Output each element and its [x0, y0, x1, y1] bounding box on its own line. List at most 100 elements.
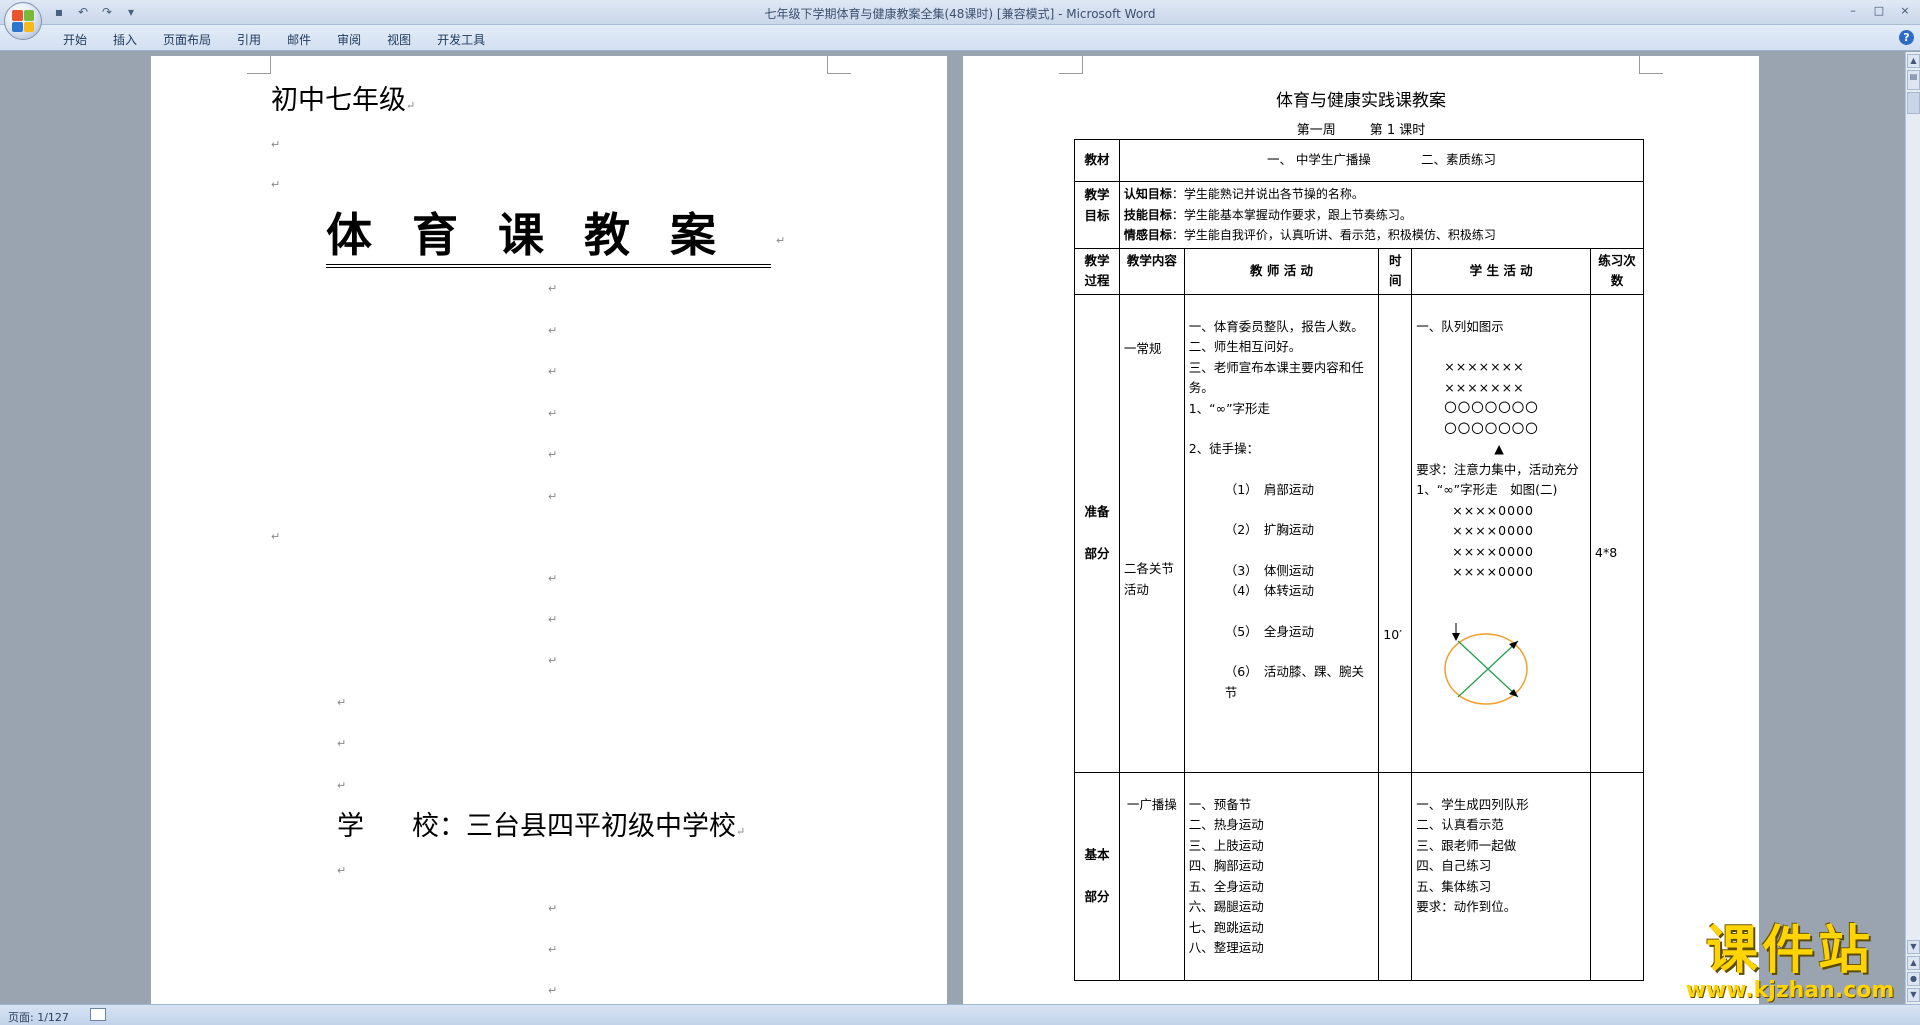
student-step: 一、学生成四列队形 [1416, 796, 1529, 812]
ruler-toggle-icon[interactable]: ▤ [1907, 70, 1920, 90]
scroll-thumb[interactable] [1907, 92, 1920, 114]
prep-count: 4*8 [1590, 293, 1644, 773]
student-step: 二、认真看示范 [1416, 817, 1504, 832]
paragraph-mark: ↵ [548, 448, 558, 461]
lesson-title: 体育与健康实践课教案 [1276, 91, 1446, 111]
objectives-label: 教学目标 [1074, 181, 1120, 249]
objectives-list: 认知目标：学生能熟记并说出各节操的名称。 技能目标：学生能基本掌握动作要求，跟上… [1118, 181, 1645, 249]
header-time: 时间 [1378, 247, 1413, 295]
paragraph-mark: ↵ [548, 654, 558, 667]
paragraph-mark: ↵ [271, 530, 281, 543]
prep-time-value: 10′ [1383, 626, 1403, 642]
tab-developer[interactable]: 开发工具 [424, 29, 498, 50]
teacher-step: （1） 肩部运动 [1224, 481, 1314, 497]
lesson-subtitle: 第一周第 1 课时 [1296, 123, 1426, 138]
teacher-position-icon: ▲ [1494, 441, 1504, 456]
site-watermark-logo: 课件站 www.kjzhan.com [1670, 922, 1910, 1002]
tab-insert[interactable]: 插入 [100, 29, 150, 50]
formation-row: ××××××× [1444, 379, 1525, 395]
basic-content: 一广播操 [1118, 771, 1185, 981]
tab-home[interactable]: 开始 [50, 29, 100, 50]
close-button[interactable]: × [1894, 2, 1916, 18]
teacher-step: （3） 体侧运动 [1224, 562, 1314, 578]
teacher-step: （6） 活动膝、踝、腕关节 [1224, 664, 1364, 700]
paragraph-mark: ↵ [337, 864, 347, 877]
minimize-button[interactable]: – [1842, 2, 1864, 18]
figure-eight-diagram-icon [1444, 622, 1529, 705]
scroll-up-icon[interactable]: ▲ [1907, 54, 1920, 68]
header-content: 教学内容 [1118, 247, 1185, 295]
prep-content-joints: 二各关节活动 [1123, 561, 1174, 597]
maximize-button[interactable]: □ [1868, 2, 1890, 18]
teacher-step: 2、徒手操： [1188, 441, 1260, 456]
office-logo-icon [12, 10, 34, 32]
formation-row: ××××0000 [1452, 523, 1534, 538]
tab-page-layout[interactable]: 页面布局 [150, 29, 224, 50]
teacher-step: 五、全身运动 [1188, 878, 1264, 894]
objective-item: 认知目标：学生能熟记并说出各节操的名称。 [1123, 187, 1364, 201]
paragraph-mark: ↵ [548, 490, 558, 503]
page-cover[interactable]: 初中七年级↵ ↵ ↵ 体育课教案 ↵ ↵ ↵ ↵ ↵ ↵ ↵ ↵ ↵ ↵ ↵ ↵… [151, 56, 947, 1004]
basic-time [1378, 771, 1413, 981]
paragraph-mark: ↵ [548, 365, 558, 378]
student-step: 三、跟老师一起做 [1416, 837, 1517, 853]
page-lesson-plan[interactable]: 体育与健康实践课教案 第一周第 1 课时 教材 一、 中学生广播操 二、素质练习 … [963, 56, 1759, 1004]
basic-student: 一、学生成四列队形 二、认真看示范 三、跟老师一起做 四、自己练习 五、集体练习… [1411, 771, 1592, 981]
prep-teacher: 一、体育委员整队，报告人数。 二、师生相互问好。 三、老师宣布本课主要内容和任务… [1183, 293, 1380, 773]
section-basic: 基本部分 [1074, 771, 1120, 981]
tab-references[interactable]: 引用 [224, 29, 274, 50]
ribbon-tabs: 开始 插入 页面布局 引用 邮件 审阅 视图 开发工具 [50, 29, 498, 50]
teacher-step: （5） 全身运动 [1224, 623, 1314, 639]
paragraph-mark: ↵ [337, 779, 347, 792]
help-icon[interactable]: ? [1899, 30, 1914, 45]
table-row-prep: 准备部分 一常规 二各关节活动 一、体育委员整队，报告人数。 二、师生相互问好。… [1074, 293, 1644, 773]
teacher-step: 六、踢腿运动 [1188, 899, 1264, 914]
material-label: 教材 [1074, 139, 1120, 182]
tab-mailings[interactable]: 邮件 [274, 29, 324, 50]
paragraph-mark: ↵ [548, 613, 558, 626]
title-bar: ▪ ↶ ↷ ▾ 七年级下学期体育与健康教案全集(48课时) [兼容模式] - M… [0, 0, 1920, 25]
paragraph-mark: ↵ [271, 178, 281, 191]
table-row-basic: 基本部分 一广播操 一、预备节 二、热身运动 三、上肢运动 四、胸部运动 五、全… [1074, 771, 1644, 981]
crop-mark [1059, 56, 1083, 74]
header-count: 练习次数 [1590, 247, 1644, 295]
paragraph-mark: ↵ [271, 138, 281, 151]
paragraph-mark: ↵ [548, 282, 558, 295]
page-counter[interactable]: 页面: 1/127 [8, 1009, 69, 1025]
paragraph-mark: ↵ [548, 407, 558, 420]
vertical-scrollbar[interactable]: ▲ ▤ ▼ ▲ ● ▼ [1905, 52, 1920, 1004]
teacher-step: （4） 体转运动 [1224, 583, 1314, 598]
tab-view[interactable]: 视图 [374, 29, 424, 50]
student-step: 一、队列如图示 [1416, 318, 1504, 334]
paragraph-mark: ↵ [548, 572, 558, 585]
student-requirement: 要求：动作到位。 [1416, 899, 1517, 914]
prep-student: 一、队列如图示 ××××××× ××××××× 〇〇〇〇〇〇〇 〇〇〇〇〇〇〇 … [1411, 293, 1592, 773]
table-row: 教学目标 认知目标：学生能熟记并说出各节操的名称。 技能目标：学生能基本掌握动作… [1074, 181, 1645, 249]
crop-mark [247, 56, 271, 74]
objective-item: 技能目标：学生能基本掌握动作要求，跟上节奏练习。 [1123, 207, 1412, 222]
teacher-step: 二、热身运动 [1188, 817, 1264, 832]
teacher-step: 七、跑跳运动 [1188, 919, 1264, 935]
formation-row: 〇〇〇〇〇〇〇 [1444, 420, 1539, 436]
office-button[interactable] [4, 2, 42, 40]
window-title: 七年级下学期体育与健康教案全集(48课时) [兼容模式] - Microsoft… [764, 7, 1156, 21]
student-step: 四、自己练习 [1416, 858, 1492, 873]
student-requirement: 要求：注意力集中，活动充分 [1416, 461, 1579, 477]
proofing-icon[interactable] [90, 1008, 106, 1021]
tab-review[interactable]: 审阅 [324, 29, 374, 50]
student-step: 五、集体练习 [1416, 878, 1492, 894]
prep-content-routine: 一常规 [1123, 340, 1162, 356]
prep-count-value: 4*8 [1595, 544, 1618, 560]
formation-row: ××××0000 [1452, 564, 1534, 579]
teacher-step: 八、整理运动 [1188, 940, 1264, 955]
status-bar: 页面: 1/127 [0, 1004, 1920, 1025]
formation-row: 〇〇〇〇〇〇〇 [1444, 400, 1539, 415]
formation-row: ××××××× [1444, 359, 1525, 374]
basic-teacher: 一、预备节 二、热身运动 三、上肢运动 四、胸部运动 五、全身运动 六、踢腿运动… [1183, 771, 1380, 981]
formation-row: ××××0000 [1452, 502, 1534, 518]
lesson-plan-table: 教材 一、 中学生广播操 二、素质练习 教学目标 认知目标：学生能熟记并说出各节操… [1074, 139, 1645, 981]
material-items: 一、 中学生广播操 二、素质练习 [1118, 139, 1645, 182]
window-controls: – □ × [1842, 2, 1916, 18]
paragraph-mark: ↵ [548, 943, 558, 956]
ribbon: 开始 插入 页面布局 引用 邮件 审阅 视图 开发工具 ? [0, 25, 1920, 51]
